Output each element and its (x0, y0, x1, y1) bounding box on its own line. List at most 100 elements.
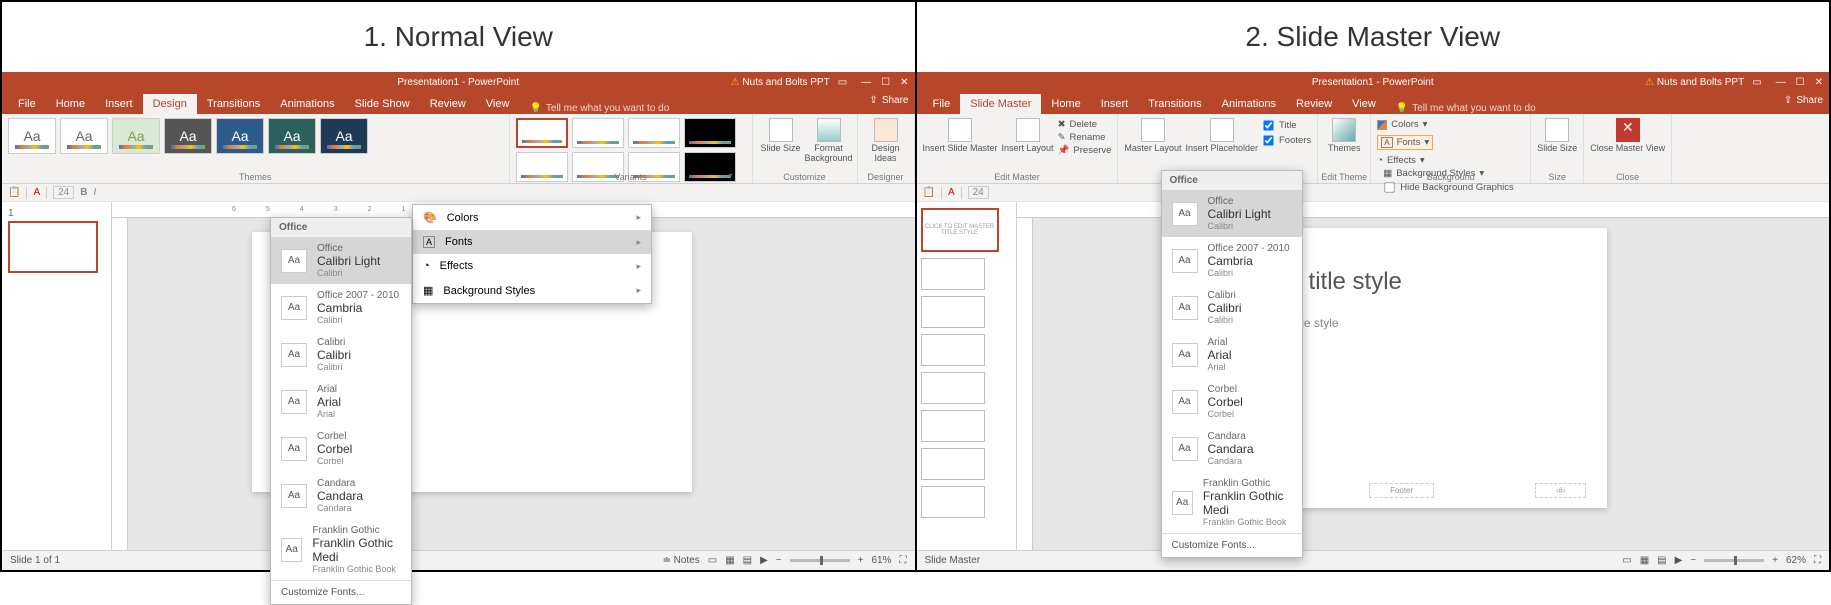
layout-thumb-7[interactable] (921, 486, 985, 518)
zoom-out-icon[interactable]: − (1690, 555, 1696, 566)
slide-thumb-1[interactable] (8, 221, 98, 273)
tab-review[interactable]: Review (420, 94, 476, 114)
tab-view[interactable]: View (1342, 94, 1386, 114)
font-scheme-candara[interactable]: Aa CandaraCandaraCandara (1162, 425, 1302, 472)
maximize-icon[interactable]: ☐ (1796, 77, 1805, 88)
preserve-button[interactable]: 📌 Preserve (1058, 144, 1112, 157)
layout-thumb-1[interactable] (921, 258, 985, 290)
slide-size-button[interactable]: Slide Size (759, 118, 803, 154)
variants-effects[interactable]: ◔Effects▸ (413, 254, 651, 278)
effects-dropdown[interactable]: ◔ Effects ▾ (1377, 154, 1424, 167)
tab-view[interactable]: View (476, 94, 520, 114)
theme-7[interactable]: Aa (320, 118, 368, 154)
view-slideshow-icon[interactable]: ▶ (760, 555, 768, 566)
ribbon-options-icon[interactable]: ▭ (838, 77, 847, 88)
layout-thumb-3[interactable] (921, 334, 985, 366)
tab-transitions[interactable]: Transitions (1138, 94, 1211, 114)
footer-placeholder[interactable]: Footer (1369, 483, 1434, 498)
paste-icon[interactable]: 📋 (8, 187, 20, 198)
font-color-icon[interactable]: A (948, 187, 955, 198)
slide-size-button[interactable]: Slide Size (1537, 118, 1577, 154)
view-normal-icon[interactable]: ▭ (708, 555, 717, 566)
close-master-view-button[interactable]: ✕Close Master View (1590, 118, 1665, 154)
themes-button[interactable]: Themes (1324, 118, 1364, 154)
close-icon[interactable]: ✕ (900, 77, 908, 88)
fit-icon[interactable]: ⛶ (1814, 555, 1821, 566)
variant-4[interactable] (684, 118, 736, 148)
theme-3[interactable]: Aa (112, 118, 160, 154)
font-scheme-arial[interactable]: Aa ArialArialArial (271, 378, 411, 425)
font-scheme-corbel[interactable]: Aa CorbelCorbelCorbel (271, 425, 411, 472)
view-sorter-icon[interactable]: ▦ (1640, 555, 1649, 566)
tab-design[interactable]: Design (143, 94, 197, 114)
zoom-in-icon[interactable]: + (1772, 555, 1778, 566)
variants-bgstyles[interactable]: ▦Background Styles▸ (413, 278, 651, 303)
font-scheme-arial[interactable]: Aa ArialArialArial (1162, 331, 1302, 378)
zoom-in-icon[interactable]: + (858, 555, 864, 566)
tab-file[interactable]: File (8, 94, 46, 114)
variants-fonts[interactable]: AFonts▸ (413, 230, 651, 254)
insert-layout-button[interactable]: Insert Layout (1002, 118, 1054, 154)
font-scheme-corbel[interactable]: Aa CorbelCorbelCorbel (1162, 378, 1302, 425)
insert-slide-master-button[interactable]: Insert Slide Master (923, 118, 998, 154)
customize-fonts[interactable]: Customize Fonts... (1162, 533, 1302, 557)
tab-transitions[interactable]: Transitions (197, 94, 270, 114)
title-checkbox[interactable]: Title (1262, 118, 1311, 133)
layout-thumb-2[interactable] (921, 296, 985, 328)
tab-file[interactable]: File (923, 94, 961, 114)
view-slideshow-icon[interactable]: ▶ (1675, 555, 1683, 566)
font-scheme-franklin[interactable]: Aa Franklin GothicFranklin Gothic MediFr… (1162, 472, 1302, 533)
rename-button[interactable]: ✎ Rename (1058, 131, 1112, 144)
tell-me[interactable]: 💡 Tell me what you want to do (529, 103, 669, 114)
format-background-button[interactable]: Format Background (807, 118, 851, 164)
font-scheme-franklin[interactable]: Aa Franklin GothicFranklin Gothic MediFr… (271, 519, 411, 580)
font-size-box[interactable]: 24 (968, 186, 989, 199)
footers-checkbox[interactable]: Footers (1262, 133, 1311, 148)
font-scheme-office[interactable]: Aa OfficeCalibri LightCalibri (271, 237, 411, 284)
master-thumb[interactable]: CLICK TO EDIT MASTER TITLE STYLE (921, 208, 999, 252)
variant-1[interactable] (516, 118, 568, 148)
minimize-icon[interactable]: — (861, 77, 871, 88)
tab-slide-master[interactable]: Slide Master (960, 94, 1041, 114)
tab-insert[interactable]: Insert (95, 94, 143, 114)
slidenum-placeholder[interactable]: ‹#› (1535, 483, 1587, 498)
tab-slideshow[interactable]: Slide Show (345, 94, 420, 114)
font-scheme-calibri[interactable]: Aa CalibriCalibriCalibri (1162, 284, 1302, 331)
share-button[interactable]: ⇪ Share (1784, 95, 1823, 106)
zoom-value[interactable]: 61% (871, 555, 891, 566)
variant-2[interactable] (572, 118, 624, 148)
minimize-icon[interactable]: — (1776, 77, 1786, 88)
tell-me[interactable]: 💡 Tell me what you want to do (1396, 103, 1536, 114)
fit-icon[interactable]: ⛶ (900, 555, 907, 566)
colors-dropdown[interactable]: Colors ▾ (1377, 118, 1427, 131)
theme-6[interactable]: Aa (268, 118, 316, 154)
theme-office[interactable]: Aa (8, 118, 56, 154)
layout-thumb-5[interactable] (921, 410, 985, 442)
font-size-box[interactable]: 24 (53, 186, 74, 199)
theme-2[interactable]: Aa (60, 118, 108, 154)
layout-thumb-4[interactable] (921, 372, 985, 404)
insert-placeholder-button[interactable]: Insert Placeholder (1185, 118, 1258, 154)
share-button[interactable]: ⇪ Share (869, 95, 908, 106)
account-name[interactable]: Nuts and Bolts PPT (1645, 77, 1744, 88)
view-reading-icon[interactable]: ▤ (1657, 555, 1666, 566)
tab-review[interactable]: Review (1286, 94, 1342, 114)
account-name[interactable]: Nuts and Bolts PPT (730, 77, 829, 88)
paste-icon[interactable]: 📋 (923, 187, 935, 198)
zoom-out-icon[interactable]: − (776, 555, 782, 566)
zoom-slider[interactable] (1704, 559, 1764, 562)
notes-button[interactable]: ≐ Notes (662, 555, 699, 566)
ribbon-options-icon[interactable]: ▭ (1752, 77, 1761, 88)
view-sorter-icon[interactable]: ▦ (725, 555, 734, 566)
master-layout-button[interactable]: Master Layout (1124, 118, 1181, 154)
close-icon[interactable]: ✕ (1815, 77, 1823, 88)
theme-5[interactable]: Aa (216, 118, 264, 154)
view-reading-icon[interactable]: ▤ (743, 555, 752, 566)
italic-icon[interactable]: I (93, 187, 96, 198)
font-scheme-office-2007[interactable]: Aa Office 2007 - 2010CambriaCalibri (1162, 237, 1302, 284)
tab-insert[interactable]: Insert (1091, 94, 1139, 114)
theme-4[interactable]: Aa (164, 118, 212, 154)
hide-bg-checkbox[interactable]: Hide Background Graphics (1383, 180, 1524, 195)
layout-thumb-6[interactable] (921, 448, 985, 480)
variant-3[interactable] (628, 118, 680, 148)
